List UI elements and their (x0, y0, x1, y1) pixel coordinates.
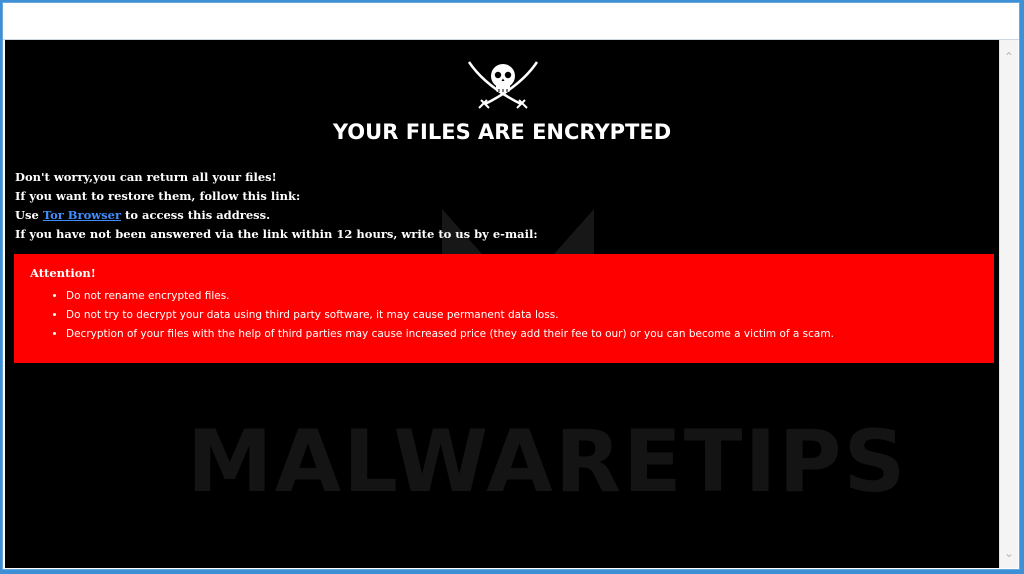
tor-browser-link[interactable]: Tor Browser (43, 208, 121, 222)
chevron-up-icon[interactable]: ⌃ (1002, 50, 1016, 64)
intro-line-prefix: Use (15, 208, 43, 222)
list-item: Do not rename encrypted files. (66, 287, 978, 306)
intro-text: Don't worry,you can return all your file… (15, 168, 538, 244)
intro-line: If you have not been answered via the li… (15, 227, 538, 241)
page-title: YOUR FILES ARE ENCRYPTED (332, 120, 672, 144)
title-bar (3, 3, 1019, 40)
attention-box: Attention! Do not rename encrypted files… (14, 254, 994, 363)
list-item: Do not try to decrypt your data using th… (66, 306, 978, 325)
intro-line: If you want to restore them, follow this… (15, 189, 301, 203)
vertical-scrollbar[interactable]: ⌃ ⌄ (999, 40, 1018, 568)
ransom-note-page: MALWARETIPS YOUR FILES ARE ENCRYPTED Don… (5, 40, 999, 568)
attention-list: Do not rename encrypted files. Do not tr… (30, 287, 978, 344)
intro-line-suffix: to access this address. (121, 208, 271, 222)
skull-crossed-sabers-icon (467, 61, 539, 109)
intro-line: Use Tor Browser to access this address. (15, 206, 538, 225)
attention-title: Attention! (30, 266, 96, 280)
list-item: Decryption of your files with the help o… (66, 325, 978, 344)
chevron-down-icon[interactable]: ⌄ (1002, 546, 1016, 560)
watermark-text: MALWARETIPS (187, 412, 908, 512)
browser-window: MALWARETIPS YOUR FILES ARE ENCRYPTED Don… (2, 2, 1020, 570)
intro-line: Don't worry,you can return all your file… (15, 170, 277, 184)
